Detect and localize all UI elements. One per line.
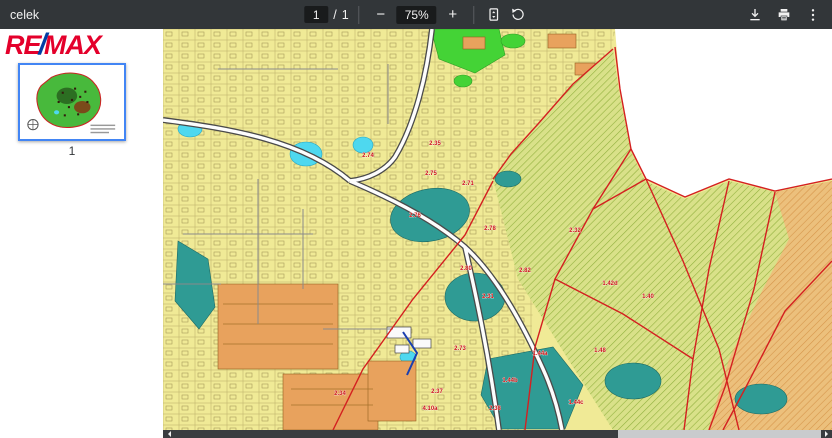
map-label: 1.40 [642,294,654,300]
document-title: celek [10,8,39,22]
download-button[interactable] [745,5,765,25]
map-label: 2.31 [482,294,494,300]
map-label: 2.80 [460,266,472,272]
map-label: 1.44b [502,378,518,384]
toolbar-center-controls: / 1 − 75% + [304,4,527,26]
rotate-button[interactable] [509,5,528,24]
page-count-label: 1 [342,8,349,22]
rotate-ccw-icon [511,7,526,22]
map-label: 2.37 [431,389,443,395]
fit-page-icon [487,7,502,22]
zoning-map: 2.74 2.35 2.75 2.71 2.76 2.78 2.32 2.80 2.82 1.42… [163,29,832,430]
page-thumbnail-number: 1 [18,144,126,158]
map-label: 2.82 [519,268,531,274]
toolbar-divider [359,6,360,24]
map-label: 2.34 [334,391,346,397]
map-label: 2.74 [362,153,374,159]
remax-logo: RE/MAX [5,30,163,60]
map-label: 4.10a [422,406,438,412]
thumbnail-map-image [20,65,124,139]
map-label: 2.35 [429,141,441,147]
map-viewer: 2.74 2.35 2.75 2.71 2.76 2.78 2.32 2.80 2.82 1.42… [163,29,832,438]
map-label: 2.38 [489,406,501,412]
thumbnails-sidebar: RE/MAX [0,29,163,438]
map-unmapped-region [615,29,832,197]
map-label: 2.71 [462,181,474,187]
page-thumbnail-container: 1 [18,63,126,158]
triangle-right-icon [825,431,831,437]
remax-logo-max: MAX [44,30,101,60]
print-icon [776,7,792,23]
fit-page-button[interactable] [485,5,504,24]
page-number-input[interactable] [304,6,328,23]
map-label: 2.78 [484,226,496,232]
toolbar-divider [474,6,475,24]
download-icon [747,7,763,23]
map-label: 2.75 [425,171,437,177]
zoom-out-button[interactable]: − [370,4,392,26]
pdf-toolbar: celek / 1 − 75% + [0,0,832,29]
map-label: 1.44a [532,351,548,357]
more-vert-icon [805,7,821,23]
map-label: 1.42d [602,281,618,287]
zoom-level: 75% [397,6,437,24]
more-options-button[interactable] [803,5,823,25]
scroll-right-arrow[interactable] [821,430,832,438]
page-separator: / [333,8,336,22]
print-button[interactable] [774,5,794,25]
zoom-in-button[interactable]: + [442,4,464,26]
triangle-left-icon [165,431,171,437]
horizontal-scrollbar[interactable] [163,430,832,438]
scroll-left-arrow[interactable] [163,430,174,438]
page-thumbnail[interactable] [18,63,126,141]
horizontal-scrollbar-thumb[interactable] [174,430,618,438]
map-label: 2.73 [454,346,466,352]
map-label: 2.32 [569,228,581,234]
map-label: 2.76 [409,213,421,219]
map-label: 1.44c [568,400,584,406]
toolbar-right-controls [745,5,823,25]
remax-logo-re: RE [5,30,41,60]
map-label: 1.48 [594,348,606,354]
